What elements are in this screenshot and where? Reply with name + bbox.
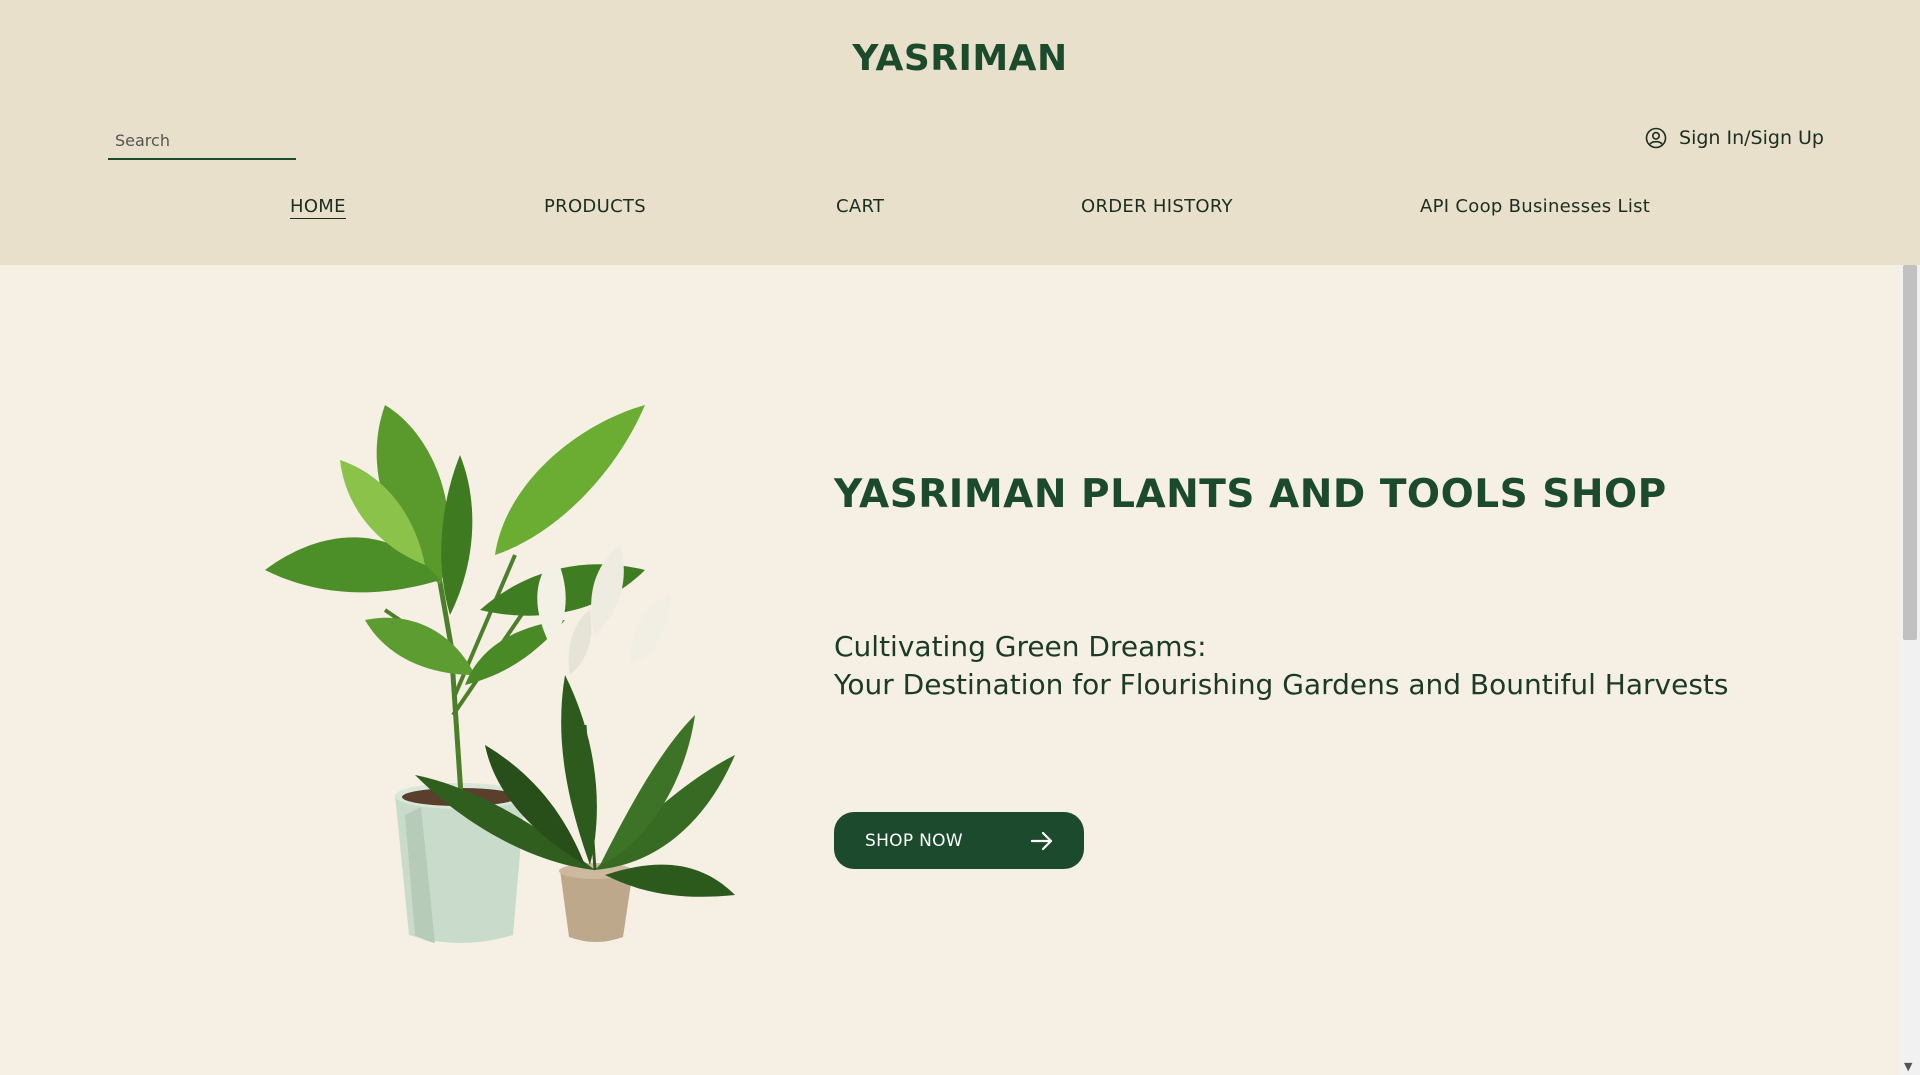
search-box bbox=[108, 125, 302, 160]
nav-home[interactable]: HOME bbox=[290, 196, 346, 219]
scrollbar-thumb[interactable] bbox=[1903, 265, 1917, 640]
site-header: YASRIMAN Sign In/Sign Up HOME PRODUCTS C… bbox=[0, 0, 1920, 265]
vertical-scrollbar[interactable]: ▼ bbox=[1900, 265, 1920, 1075]
arrow-right-icon bbox=[1030, 831, 1053, 850]
nav-cart[interactable]: CART bbox=[836, 196, 884, 217]
nav-order-history[interactable]: ORDER HISTORY bbox=[1081, 196, 1233, 217]
hero-title: YASRIMAN PLANTS AND TOOLS SHOP bbox=[834, 472, 1667, 517]
hero-subtitle: Cultivating Green Dreams: Your Destinati… bbox=[834, 628, 1728, 704]
hero-subtitle-line1: Cultivating Green Dreams: bbox=[834, 630, 1207, 663]
shop-now-button[interactable]: SHOP NOW bbox=[834, 812, 1084, 869]
hero-subtitle-line2: Your Destination for Flourishing Gardens… bbox=[834, 668, 1729, 701]
shop-now-label: SHOP NOW bbox=[865, 830, 963, 851]
scroll-down-arrow-icon[interactable]: ▼ bbox=[1904, 1061, 1912, 1073]
user-circle-icon bbox=[1645, 127, 1667, 149]
search-input[interactable] bbox=[108, 125, 302, 155]
main-nav: HOME PRODUCTS CART ORDER HISTORY API Coo… bbox=[0, 196, 1920, 226]
nav-api-coop-list[interactable]: API Coop Businesses List bbox=[1420, 196, 1650, 217]
nav-products[interactable]: PRODUCTS bbox=[544, 196, 646, 217]
site-logo[interactable]: YASRIMAN bbox=[0, 38, 1920, 79]
signin-label: Sign In/Sign Up bbox=[1679, 127, 1824, 149]
potted-plants-image bbox=[265, 405, 735, 943]
signin-link[interactable]: Sign In/Sign Up bbox=[1645, 127, 1824, 149]
